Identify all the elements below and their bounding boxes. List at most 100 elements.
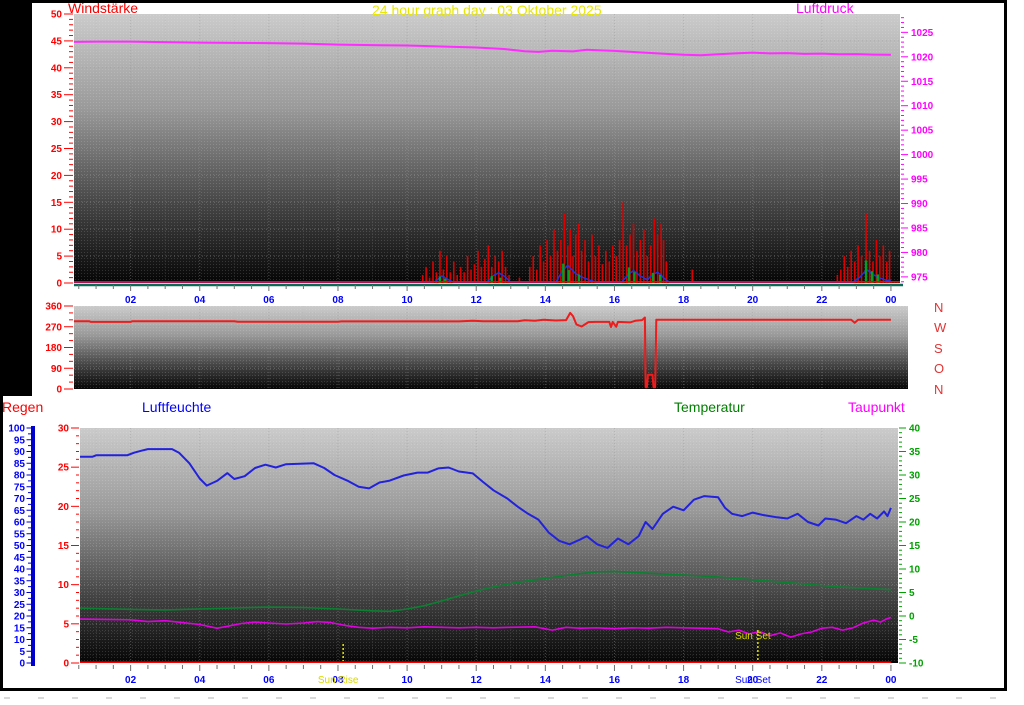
svg-text:10: 10 <box>51 225 63 236</box>
svg-text:95: 95 <box>14 435 26 446</box>
svg-text:18: 18 <box>678 675 690 686</box>
svg-text:35: 35 <box>14 576 26 587</box>
svg-text:40: 40 <box>51 63 63 74</box>
svg-text:25: 25 <box>51 144 63 155</box>
svg-text:270: 270 <box>45 322 62 333</box>
svg-text:06: 06 <box>263 675 275 686</box>
svg-text:5: 5 <box>56 252 62 263</box>
compass-letter-s: S <box>934 341 943 356</box>
svg-text:10: 10 <box>909 565 921 576</box>
svg-text:1010: 1010 <box>911 101 934 112</box>
svg-text:980: 980 <box>911 248 928 259</box>
svg-text:45: 45 <box>14 553 26 564</box>
svg-text:30: 30 <box>58 424 70 435</box>
svg-text:975: 975 <box>911 272 928 283</box>
compass-letter-w: W <box>934 320 947 335</box>
svg-text:5: 5 <box>63 619 69 630</box>
svg-text:25: 25 <box>909 494 921 505</box>
svg-text:20: 20 <box>909 518 921 529</box>
svg-text:14: 14 <box>540 675 552 686</box>
svg-text:990: 990 <box>911 199 928 210</box>
svg-text:10: 10 <box>58 580 70 591</box>
svg-text:04: 04 <box>194 675 206 686</box>
svg-text:14: 14 <box>540 295 552 306</box>
weather-graph-window: 50 45 40 35 30 25 20 15 10 5 0 1025 1020 1015 1010 1005… <box>0 0 1024 705</box>
taupunkt-title: Taupunkt <box>848 399 905 415</box>
svg-text:0: 0 <box>19 659 25 670</box>
svg-text:15: 15 <box>909 541 921 552</box>
left-axis: 50454035302520151050 <box>51 10 73 290</box>
svg-text:50: 50 <box>14 541 26 552</box>
compass-letter-n360: N <box>934 300 944 315</box>
svg-text:-5: -5 <box>909 635 918 646</box>
charts-canvas: 5045403530252015105010251020101510101005… <box>8 10 934 687</box>
svg-text:Sun Rise: Sun Rise <box>318 675 359 686</box>
bottom-tick-row <box>4 697 1004 699</box>
right-axis: 40 35 30 25 20 15 10 5 0 -5 -10 <box>899 424 924 670</box>
svg-text:1015: 1015 <box>911 77 934 88</box>
regen-title: Regen <box>2 399 44 415</box>
svg-text:40: 40 <box>909 424 921 435</box>
svg-text:40: 40 <box>14 565 26 576</box>
svg-text:Sun Set: Sun Set <box>735 631 771 642</box>
svg-text:995: 995 <box>911 175 928 186</box>
svg-text:02: 02 <box>125 295 137 306</box>
outer-blue-axis: 1009590858075706560555045403530252015105… <box>8 424 35 670</box>
svg-text:85: 85 <box>14 459 26 470</box>
svg-text:00: 00 <box>885 675 897 686</box>
svg-text:0: 0 <box>56 279 62 290</box>
svg-text:12: 12 <box>471 675 483 686</box>
svg-text:180: 180 <box>45 343 62 354</box>
svg-text:5: 5 <box>19 647 25 658</box>
svg-text:22: 22 <box>816 675 828 686</box>
svg-text:70: 70 <box>14 494 26 505</box>
svg-text:10: 10 <box>14 635 26 646</box>
left-axis: 360 270 180 90 0 <box>45 302 73 396</box>
svg-text:20: 20 <box>58 502 70 513</box>
time-axis: 02 04 06 08 10 12 14 16 18 20 22 00 <box>78 285 897 306</box>
svg-text:30: 30 <box>51 117 63 128</box>
window-border-top <box>0 0 1007 3</box>
svg-text:12: 12 <box>471 295 483 306</box>
window-border-bottom <box>0 688 1007 691</box>
svg-text:20: 20 <box>747 295 759 306</box>
svg-text:35: 35 <box>51 90 63 101</box>
svg-text:65: 65 <box>14 506 26 517</box>
svg-text:10: 10 <box>402 675 414 686</box>
svg-text:1025: 1025 <box>911 28 934 39</box>
svg-text:45: 45 <box>51 36 63 47</box>
svg-text:25: 25 <box>14 600 26 611</box>
svg-text:00: 00 <box>885 295 897 306</box>
wind-pressure-plot-area <box>74 14 900 283</box>
svg-text:02: 02 <box>125 675 137 686</box>
svg-text:18: 18 <box>678 295 690 306</box>
svg-text:06: 06 <box>263 295 275 306</box>
svg-text:16: 16 <box>609 675 621 686</box>
svg-text:0: 0 <box>63 659 69 670</box>
svg-text:16: 16 <box>609 295 621 306</box>
svg-text:-10: -10 <box>909 659 924 670</box>
svg-text:04: 04 <box>194 295 206 306</box>
svg-text:55: 55 <box>14 529 26 540</box>
svg-text:0: 0 <box>56 385 62 396</box>
svg-text:90: 90 <box>14 447 26 458</box>
compass-letter-o: O <box>934 361 945 376</box>
svg-text:15: 15 <box>51 198 63 209</box>
svg-text:20: 20 <box>14 612 26 623</box>
wind-direction-plot-area <box>74 306 908 389</box>
svg-text:10: 10 <box>402 295 414 306</box>
svg-text:1005: 1005 <box>911 126 934 137</box>
svg-text:985: 985 <box>911 223 928 234</box>
window-border-right <box>1004 0 1007 691</box>
svg-text:1000: 1000 <box>911 150 934 161</box>
svg-text:90: 90 <box>51 364 63 375</box>
svg-text:Sun Set: Sun Set <box>735 675 771 686</box>
inner-red-axis: 30 25 20 15 10 5 0 <box>58 424 79 670</box>
svg-text:60: 60 <box>14 518 26 529</box>
svg-text:15: 15 <box>58 541 70 552</box>
time-axis: 02 04 06 08 10 12 14 16 18 20 22 00Sun Rise Sun Set <box>78 665 897 686</box>
svg-text:0: 0 <box>909 612 915 623</box>
svg-text:5: 5 <box>909 588 915 599</box>
graph-title: 24 hour graph day : 03 Oktober 2025 <box>372 2 602 18</box>
svg-text:100: 100 <box>8 424 25 435</box>
